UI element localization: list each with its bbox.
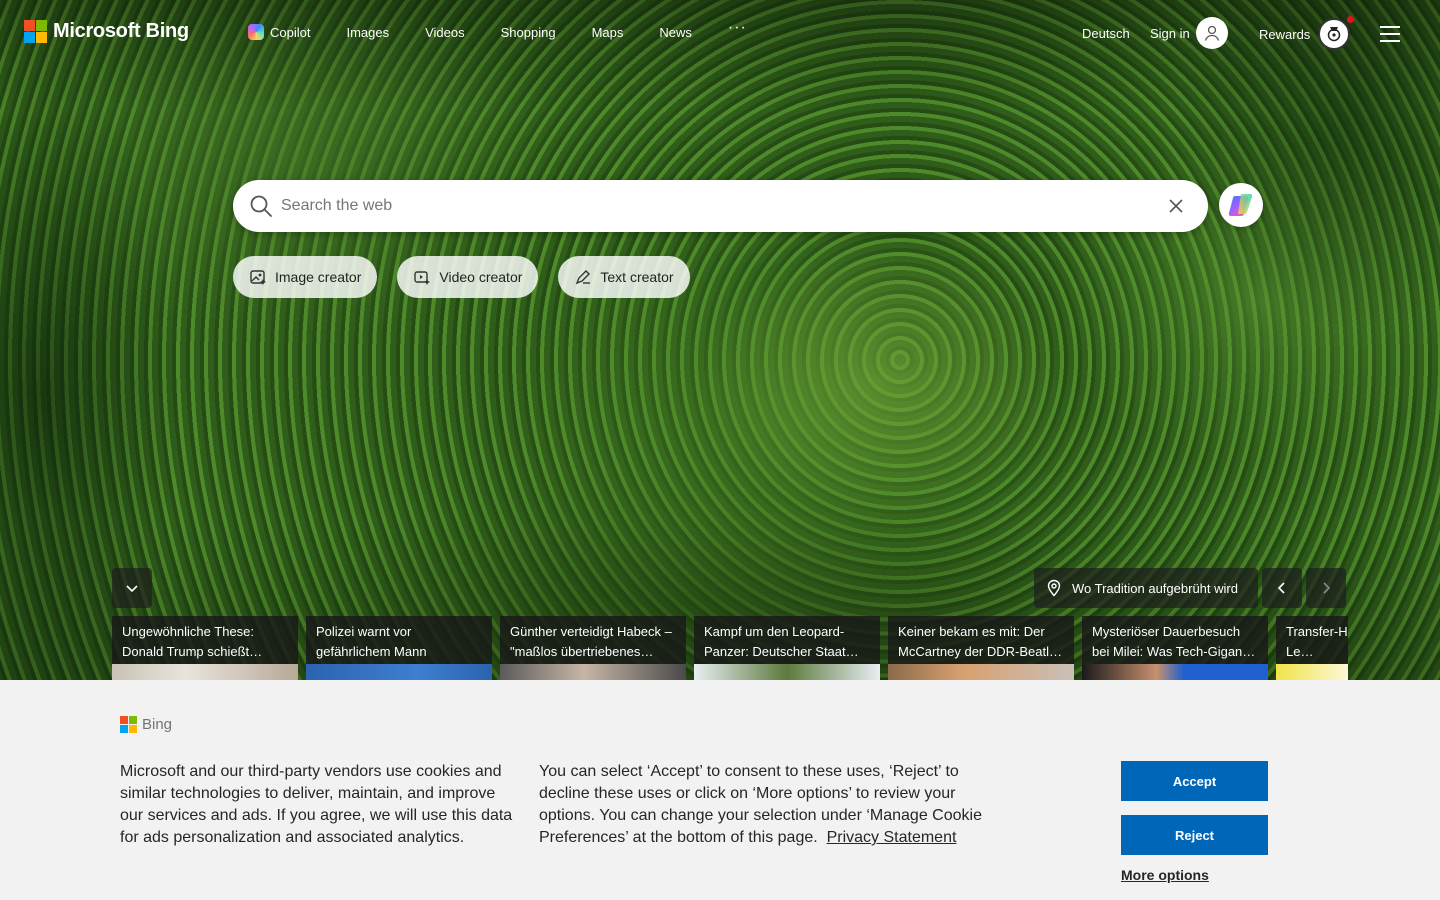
- next-image-button[interactable]: [1306, 568, 1346, 608]
- microsoft-logo-icon: [120, 716, 137, 733]
- chevron-down-icon: [126, 585, 138, 593]
- copilot-icon: [248, 24, 264, 40]
- previous-image-button[interactable]: [1262, 568, 1302, 608]
- nav-item-videos[interactable]: Videos: [425, 25, 465, 40]
- close-icon[interactable]: [1168, 198, 1184, 214]
- news-headline: Keiner bekam es mit: Der McCartney der D…: [898, 624, 1062, 659]
- news-thumbnail: [694, 664, 880, 680]
- news-headline: Günther verteidigt Habeck – "maßlos über…: [510, 624, 672, 659]
- search-input[interactable]: [281, 180, 1141, 232]
- more-options-link[interactable]: More options: [1121, 867, 1209, 883]
- search-icon[interactable]: [249, 194, 273, 218]
- chip-label: Video creator: [439, 269, 523, 285]
- news-thumbnail: [1276, 664, 1348, 680]
- news-headline: Polizei warnt vor gefährlichem Mann: [316, 624, 427, 659]
- privacy-statement-link[interactable]: Privacy Statement: [827, 829, 957, 846]
- cookie-text-2: You can select ‘Accept’ to consent to th…: [539, 761, 989, 849]
- avatar[interactable]: [1196, 17, 1228, 49]
- hamburger-menu-icon[interactable]: [1380, 26, 1400, 42]
- cookie-bing-logo: Bing: [120, 716, 172, 733]
- news-headline: Ungewöhnliche These: Donald Trump schieß…: [122, 624, 263, 659]
- news-card[interactable]: Kampf um den Leopard-Panzer: Deutscher S…: [694, 616, 880, 680]
- nav-more-button[interactable]: ···: [728, 19, 747, 37]
- news-card[interactable]: Polizei warnt vor gefährlichem Mann: [306, 616, 492, 680]
- rewards-icon[interactable]: [1318, 18, 1350, 50]
- news-card[interactable]: Keiner bekam es mit: Der McCartney der D…: [888, 616, 1074, 680]
- news-headline: Transfer-Hammer: Europa-Le…: [1286, 624, 1348, 659]
- collapse-feed-button[interactable]: [112, 568, 152, 608]
- news-thumbnail: [1082, 664, 1268, 680]
- creator-chips: Image creator Video creator Text creator: [233, 256, 690, 298]
- video-creator-icon: [414, 271, 431, 285]
- cookie-banner: Bing Microsoft and our third-party vendo…: [0, 680, 1440, 900]
- chevron-left-icon: [1277, 582, 1285, 594]
- notification-dot: [1347, 16, 1354, 23]
- language-link[interactable]: Deutsch: [1082, 26, 1130, 41]
- news-card[interactable]: Ungewöhnliche These: Donald Trump schieß…: [112, 616, 298, 680]
- image-location-label: Wo Tradition aufgebrüht wird: [1072, 580, 1238, 596]
- nav-item-images[interactable]: Images: [346, 25, 389, 40]
- rewards-link[interactable]: Rewards: [1259, 27, 1310, 42]
- news-thumbnail: [112, 664, 298, 680]
- news-headline: Kampf um den Leopard-Panzer: Deutscher S…: [704, 624, 859, 659]
- medal-icon: [1327, 27, 1341, 42]
- reject-button[interactable]: Reject: [1121, 815, 1268, 855]
- news-thumbnail: [888, 664, 1074, 680]
- location-pin-icon: [1047, 579, 1061, 597]
- news-card[interactable]: Transfer-Hammer: Europa-Le…: [1276, 616, 1348, 680]
- nav-item-label: Copilot: [270, 24, 311, 40]
- chip-label: Text creator: [600, 269, 674, 285]
- news-card[interactable]: Mysteriöser Dauerbesuch bei Milei: Was T…: [1082, 616, 1268, 680]
- text-creator-icon: [576, 270, 591, 285]
- microsoft-logo-icon: [24, 20, 47, 43]
- header: Microsoft Bing Copilot Images Videos Sho…: [0, 0, 1440, 68]
- signin-link[interactable]: Sign in: [1150, 26, 1190, 41]
- news-feed: Ungewöhnliche These: Donald Trump schieß…: [112, 616, 1348, 680]
- copilot-button[interactable]: [1219, 183, 1263, 227]
- cookie-brand: Bing: [142, 716, 173, 733]
- top-nav: Copilot Images Videos Shopping Maps News…: [248, 19, 783, 40]
- news-card[interactable]: Günther verteidigt Habeck – "maßlos über…: [500, 616, 686, 680]
- nav-item-maps[interactable]: Maps: [592, 25, 624, 40]
- cookie-text-1: Microsoft and our third-party vendors us…: [120, 763, 513, 846]
- news-thumbnail: [306, 664, 492, 680]
- user-icon: [1204, 25, 1220, 41]
- chevron-right-icon: [1323, 582, 1331, 594]
- nav-item-copilot[interactable]: Copilot: [248, 24, 310, 40]
- video-creator-button[interactable]: Video creator: [397, 256, 539, 298]
- copilot-icon: [1228, 194, 1253, 216]
- image-creator-icon: [250, 270, 266, 285]
- search-box: [233, 180, 1208, 232]
- nav-item-news[interactable]: News: [659, 25, 692, 40]
- image-location-button[interactable]: Wo Tradition aufgebrüht wird: [1034, 568, 1258, 608]
- text-creator-button[interactable]: Text creator: [558, 256, 690, 298]
- news-headline: Mysteriöser Dauerbesuch bei Milei: Was T…: [1092, 624, 1256, 659]
- bing-logo[interactable]: Microsoft Bing: [24, 20, 189, 43]
- chip-label: Image creator: [275, 269, 362, 285]
- image-creator-button[interactable]: Image creator: [233, 256, 378, 298]
- nav-item-shopping[interactable]: Shopping: [501, 25, 556, 40]
- accept-button[interactable]: Accept: [1121, 761, 1268, 801]
- brand-name: Microsoft Bing: [53, 20, 189, 42]
- news-thumbnail: [500, 664, 686, 680]
